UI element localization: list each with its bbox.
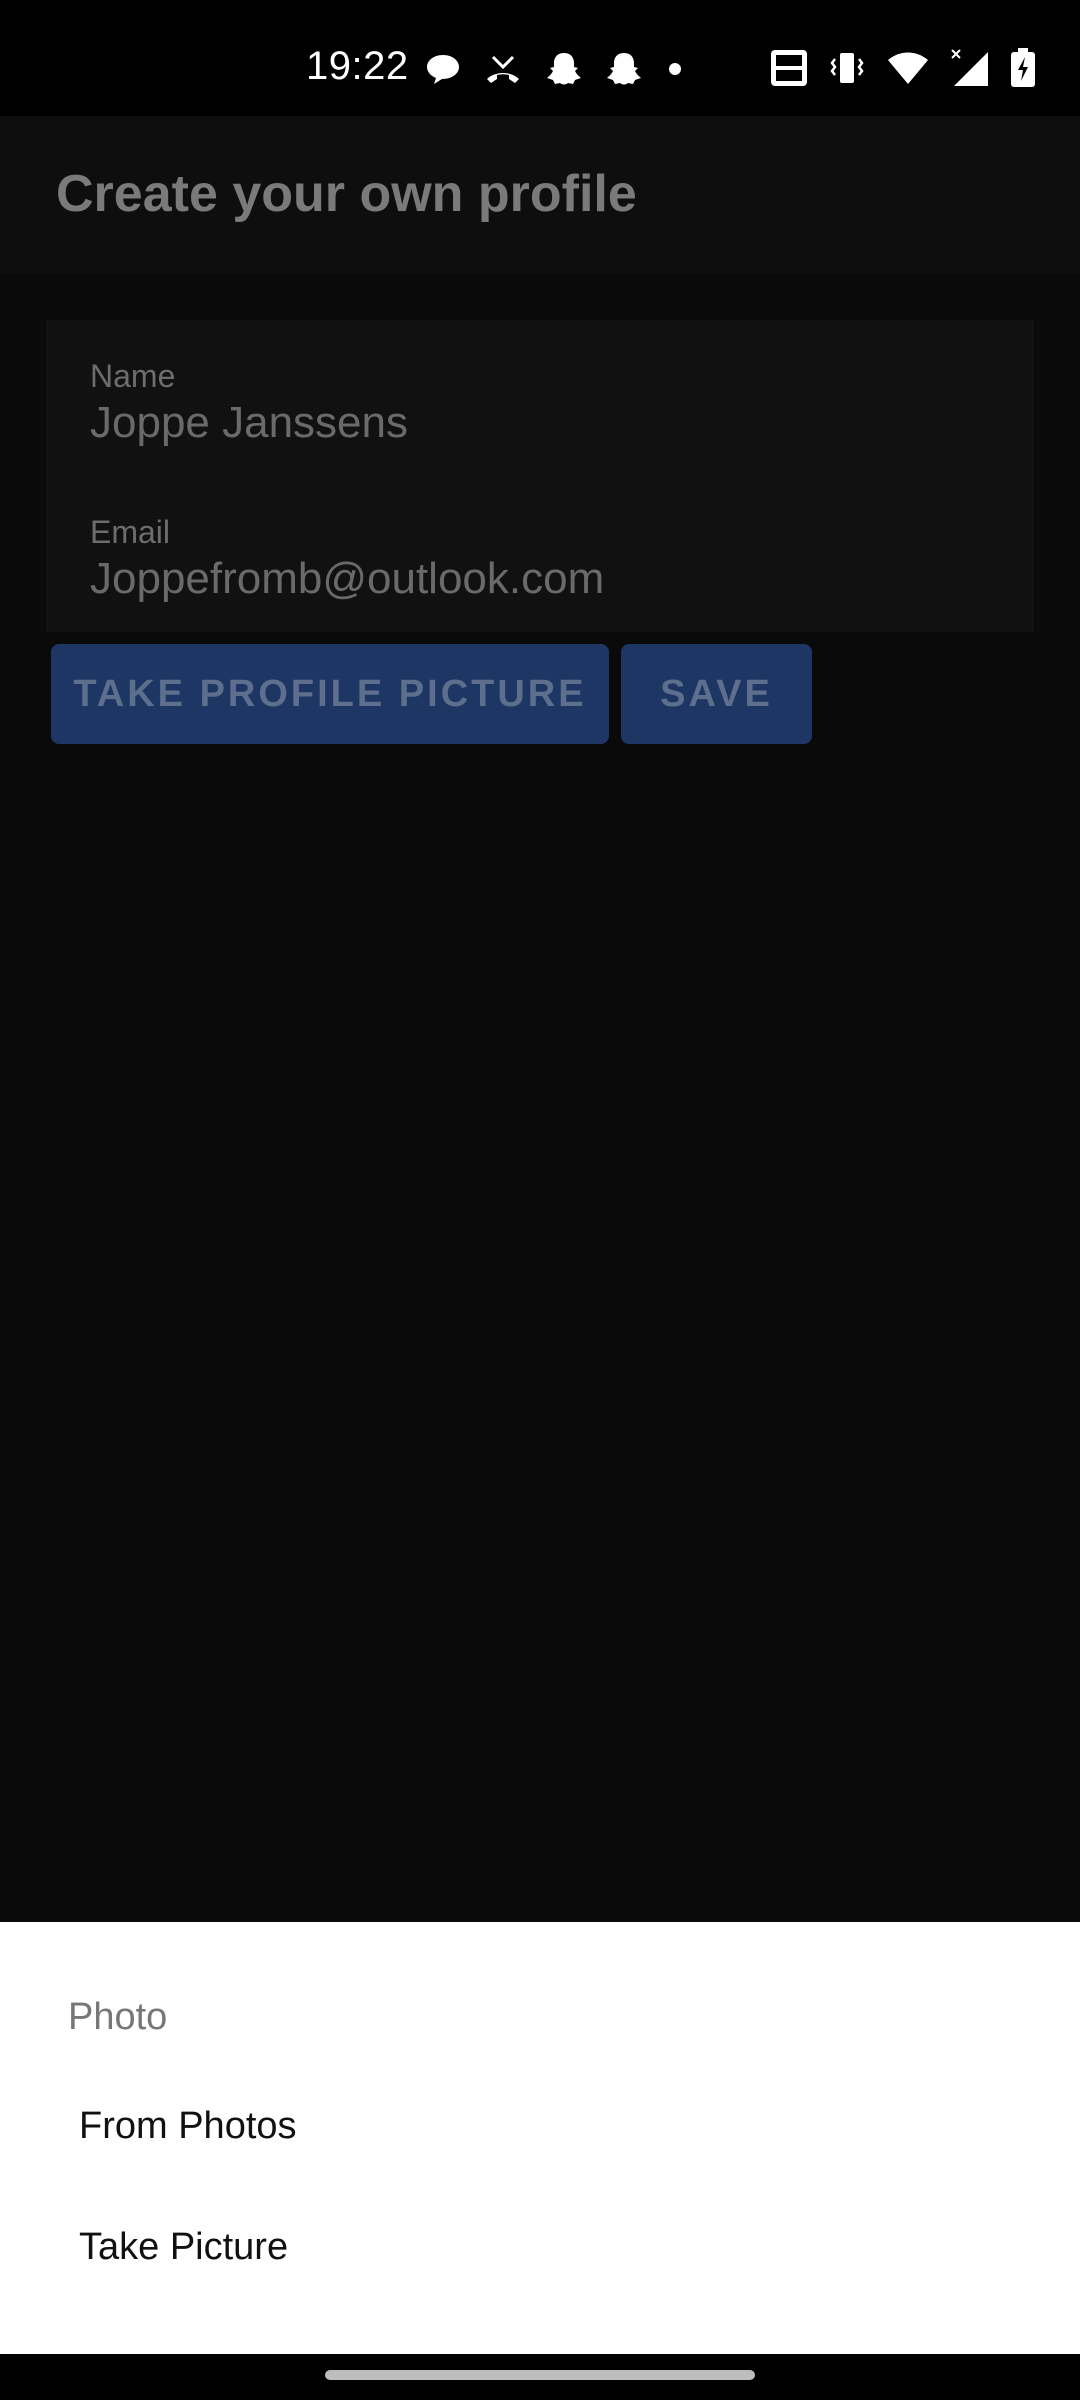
status-bar: 19:22 [0, 0, 1080, 116]
battery-charging-icon [1011, 48, 1035, 87]
save-button[interactable]: SAVE [621, 644, 812, 744]
main-content: Name Joppe Janssens Email Joppefromb@out… [0, 274, 1080, 1922]
missed-call-icon [487, 55, 519, 83]
dot-icon [669, 63, 681, 75]
vibrate-icon [830, 53, 864, 83]
system-icons [770, 48, 1036, 88]
volte-icon [771, 50, 807, 86]
snapchat-ghost-icon [547, 53, 581, 85]
signal-icon [951, 49, 988, 86]
name-label: Name [90, 358, 176, 394]
sheet-title: Photo [68, 1996, 168, 2038]
notification-icons [425, 50, 685, 88]
home-gesture-handle[interactable] [325, 2370, 755, 2380]
wifi-icon [888, 52, 928, 84]
from-photos-option[interactable]: From Photos [79, 2105, 297, 2148]
page-title: Create your own profile [56, 165, 637, 223]
status-time: 19:22 [306, 44, 409, 88]
name-field[interactable]: Joppe Janssens [90, 398, 408, 448]
navigation-bar [0, 2354, 1080, 2400]
app-bar: Create your own profile [0, 116, 1080, 274]
profile-form: Name Joppe Janssens Email Joppefromb@out… [46, 320, 1034, 632]
photo-bottom-sheet: Photo From Photos Take Picture [0, 1922, 1080, 2354]
email-label: Email [90, 514, 171, 550]
take-picture-option[interactable]: Take Picture [79, 2226, 288, 2269]
chat-bubble-icon [427, 55, 459, 84]
snapchat-ghost-icon [607, 53, 641, 85]
take-profile-picture-button[interactable]: TAKE PROFILE PICTURE [51, 644, 609, 744]
email-field[interactable]: Joppefromb@outlook.com [90, 554, 604, 604]
